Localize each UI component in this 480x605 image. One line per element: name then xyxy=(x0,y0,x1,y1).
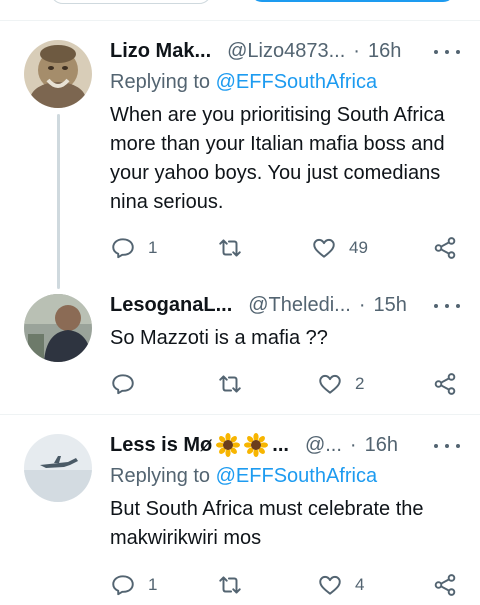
avatar[interactable] xyxy=(24,434,92,502)
more-icon[interactable] xyxy=(434,42,460,62)
handle[interactable]: @Lizo4873... xyxy=(227,40,345,63)
share-icon xyxy=(434,237,456,259)
sunflower-emoji xyxy=(244,433,269,457)
like-icon xyxy=(319,575,341,595)
sunflower-emoji xyxy=(216,433,241,457)
like-count: 2 xyxy=(355,374,365,393)
tweet-text: When are you prioritising South Africa m… xyxy=(110,104,445,213)
handle[interactable]: @... xyxy=(305,434,342,457)
tweet-header: Lizo Mak... @Lizo4873... · 16h xyxy=(110,37,460,65)
like-button[interactable]: 49 xyxy=(311,235,368,261)
display-name-ellipsis: ... xyxy=(272,433,289,456)
reply-count: 1 xyxy=(148,238,158,257)
separator-dot: · xyxy=(349,433,357,456)
reply-icon xyxy=(112,238,134,259)
replying-label: Replying to xyxy=(110,465,211,487)
reply-button[interactable]: 1 xyxy=(110,235,157,261)
replying-to-line: Replying to @EFFSouthAfrica xyxy=(110,71,377,94)
retweet-icon xyxy=(219,239,241,257)
display-name[interactable]: Lizo Mak... xyxy=(110,40,211,63)
tweet-text: So Mazzoti is a mafia ?? xyxy=(110,327,328,349)
more-icon[interactable] xyxy=(434,296,460,316)
reply-count: 1 xyxy=(148,575,158,594)
avatar[interactable] xyxy=(24,294,92,362)
share-button[interactable] xyxy=(432,572,458,598)
mention-link[interactable]: @EFFSouthAfrica xyxy=(216,71,377,93)
like-icon xyxy=(313,238,335,258)
timestamp[interactable]: 15h xyxy=(374,294,407,317)
top-right-button[interactable] xyxy=(250,0,455,2)
top-left-button[interactable] xyxy=(50,0,212,4)
retweet-button[interactable] xyxy=(217,371,255,397)
tweet-header: Less is Mø ... @... · 16h xyxy=(110,431,460,459)
share-icon xyxy=(434,574,456,596)
divider xyxy=(0,414,480,415)
tweet-header: LesoganaL... @Theledi... · 15h xyxy=(110,291,460,319)
avatar[interactable] xyxy=(24,40,92,108)
like-button[interactable]: 4 xyxy=(317,572,364,598)
retweet-icon xyxy=(219,375,241,393)
reply-icon xyxy=(112,374,134,395)
separator-dot: · xyxy=(353,39,360,62)
mention-link[interactable]: @EFFSouthAfrica xyxy=(216,465,377,487)
replying-label: Replying to xyxy=(110,71,211,93)
tweet-actions: 2 xyxy=(110,371,460,397)
reply-button[interactable] xyxy=(110,371,148,397)
reply-button[interactable]: 1 xyxy=(110,572,157,598)
like-icon xyxy=(319,374,341,394)
share-button[interactable] xyxy=(432,371,458,397)
like-count: 49 xyxy=(349,238,368,257)
timestamp[interactable]: 16h xyxy=(365,434,398,457)
retweet-button[interactable] xyxy=(217,572,255,598)
separator-dot: · xyxy=(358,293,366,316)
retweet-button[interactable] xyxy=(217,235,255,261)
display-name[interactable]: Less is Mø xyxy=(110,434,212,457)
divider xyxy=(0,20,480,21)
more-icon[interactable] xyxy=(434,436,460,456)
share-button[interactable] xyxy=(432,235,458,261)
top-buttons-remnant xyxy=(0,0,480,14)
tweet-actions: 1 4 xyxy=(110,572,460,598)
reply-icon xyxy=(112,575,134,596)
tweet-actions: 1 49 xyxy=(110,235,460,261)
like-button[interactable]: 2 xyxy=(317,371,364,397)
thread-line xyxy=(57,114,60,289)
timestamp[interactable]: 16h xyxy=(368,40,401,63)
handle[interactable]: @Theledi... xyxy=(248,294,351,317)
share-icon xyxy=(434,373,456,395)
like-count: 4 xyxy=(355,575,365,594)
replying-to-line: Replying to @EFFSouthAfrica xyxy=(110,465,377,488)
tweet-text: But South Africa must celebrate the makw… xyxy=(110,498,424,549)
display-name[interactable]: LesoganaL... xyxy=(110,294,232,317)
retweet-icon xyxy=(219,576,241,594)
